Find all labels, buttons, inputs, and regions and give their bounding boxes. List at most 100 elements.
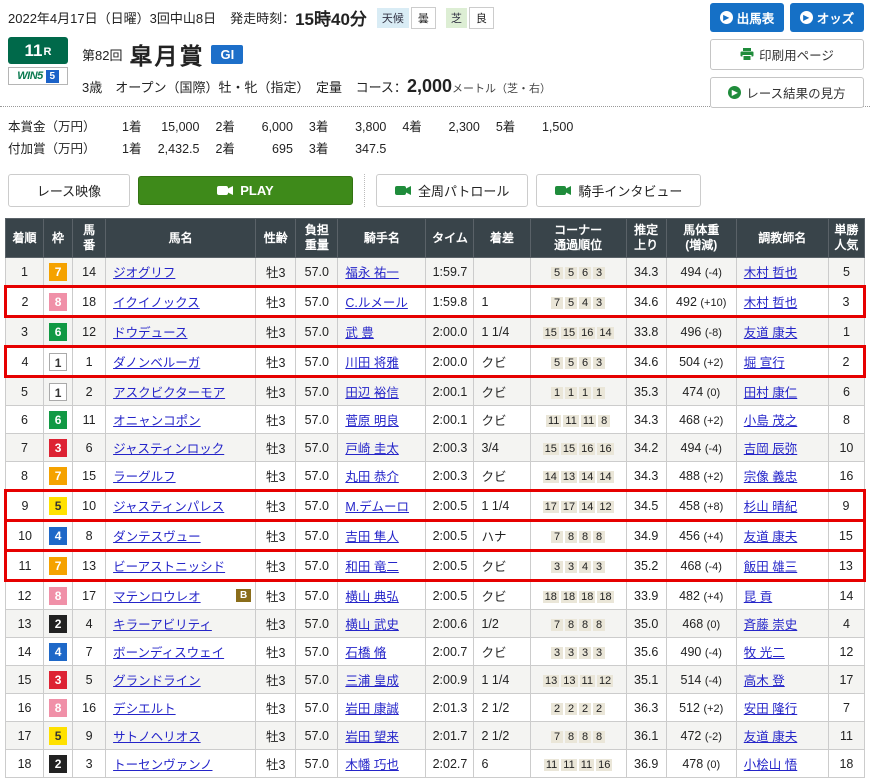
trainer-link[interactable]: 斉藤 崇史 [744,618,797,632]
horse-number: 16 [73,694,106,722]
jockey-link[interactable]: 和田 竜二 [345,560,398,574]
finish-time: 2:00.0 [426,347,474,377]
jockey-link[interactable]: 石橋 脩 [345,646,386,660]
horse-link[interactable]: マテンロウレオ [113,586,201,605]
results-guide-button[interactable]: ▶ レース結果の見方 [710,77,864,108]
trainer-link[interactable]: 小島 茂之 [744,414,797,428]
horse-link[interactable]: ジャスティンロック [113,438,224,457]
horse-link[interactable]: トーセンヴァンノ [113,754,212,773]
horse-link[interactable]: ジャスティンパレス [113,496,224,515]
trainer-link[interactable]: 高木 登 [744,674,785,688]
print-button[interactable]: 印刷用ページ [710,39,864,70]
horse-link[interactable]: アスクビクターモア [113,382,225,401]
play-button[interactable]: PLAY [138,176,353,205]
corner-positions: 1111118 [530,406,626,434]
jockey-link[interactable]: 菅原 明良 [345,414,398,428]
frame-badge: 6 [49,323,67,341]
horse-link[interactable]: オニャンコポン [113,410,201,429]
trainer-link[interactable]: 宗像 義忠 [744,470,797,484]
horse-link[interactable]: ドウデュース [113,322,187,341]
trainer-link[interactable]: 友道 康夫 [744,730,797,744]
prize-rank: 2着 [215,138,234,157]
header-actions: ▶ 出馬表 ▶ オッズ 印刷用ページ ▶ レース結果の見方 [710,3,864,108]
jockey-link[interactable]: 川田 将雅 [345,356,398,370]
body-weight: 512 (+2) [666,694,736,722]
horse-link[interactable]: ボーンディスウェイ [113,642,224,661]
horse-link[interactable]: ダンテスヴュー [113,526,201,545]
finish-position: 8 [6,462,44,491]
jockey-link[interactable]: 丸田 恭介 [345,470,398,484]
entries-button-label: 出馬表 [737,8,775,27]
horse-link[interactable]: キラーアビリティ [113,614,212,633]
trainer-link[interactable]: 田村 康仁 [744,386,797,400]
horse-link[interactable]: ジオグリフ [113,262,175,281]
patrol-video-button[interactable]: 全周パトロール [376,174,528,207]
margin: 6 [474,750,530,778]
odds-button[interactable]: ▶ オッズ [790,3,864,32]
finish-position: 14 [6,638,44,666]
trainer-link[interactable]: 安田 隆行 [744,702,797,716]
win-favorite: 16 [828,462,864,491]
carried-weight: 57.0 [296,521,338,551]
horse-name-cell: ダンテスヴュー [106,521,256,551]
horse-link[interactable]: ダノンベルーガ [113,352,200,371]
trainer-link[interactable]: 小桧山 悟 [744,758,797,772]
jockey-link[interactable]: 三浦 皇成 [345,674,398,688]
jockey-link[interactable]: 木幡 巧也 [345,758,398,772]
frame-badge: 6 [49,411,67,429]
trainer-link[interactable]: 友道 康夫 [744,326,797,340]
trainer-link[interactable]: 友道 康夫 [744,530,797,544]
jockey-link[interactable]: 岩田 康誠 [345,702,398,716]
jockey-link[interactable]: 戸崎 圭太 [345,442,398,456]
frame-badge: 8 [49,699,67,717]
jockey-link[interactable]: C.ルメール [345,296,408,310]
jockey-link[interactable]: 武 豊 [345,326,373,340]
jockey-link[interactable]: 横山 典弘 [345,590,398,604]
corner-position: 8 [579,531,591,543]
horse-link[interactable]: グランドライン [113,670,201,689]
frame-cell: 4 [44,521,73,551]
sex-age: 牡3 [256,317,296,347]
jockey-link[interactable]: M.デムーロ [345,500,409,514]
horse-number: 2 [73,377,106,406]
corner-positions: 11111116 [530,750,626,778]
jockey-link[interactable]: 岩田 望来 [345,730,398,744]
horse-link[interactable]: ラーグルフ [113,466,176,485]
jockey-cell: 岩田 望来 [338,722,426,750]
margin: クビ [474,638,530,666]
corner-position: 11 [563,415,578,427]
corner-position: 14 [543,471,559,483]
body-weight: 496 (-8) [666,317,736,347]
corner-position: 8 [579,619,591,631]
horse-link[interactable]: イクイノックス [113,292,200,311]
win-favorite: 3 [828,287,864,317]
jockey-interview-button[interactable]: 騎手インタビュー [536,174,701,207]
trainer-link[interactable]: 吉岡 辰弥 [744,442,797,456]
margin: クビ [474,347,530,377]
trainer-link[interactable]: 木村 哲也 [744,296,797,310]
finish-time: 2:00.5 [426,521,474,551]
prize-amount: 2,432.5 [145,142,199,156]
jockey-link[interactable]: 吉田 隼人 [345,530,398,544]
trainer-link[interactable]: 堀 宣行 [744,356,785,370]
trainer-link[interactable]: 木村 哲也 [744,266,797,280]
prize-money-section: 本賞金（万円）1着15,0002着6,0003着3,8004着2,3005着1,… [0,106,870,167]
trainer-link[interactable]: 杉山 晴紀 [744,500,797,514]
entries-button[interactable]: ▶ 出馬表 [710,3,784,32]
trainer-link[interactable]: 昆 貢 [744,590,772,604]
margin: クビ [474,462,530,491]
corner-position: 8 [593,619,605,631]
jockey-link[interactable]: 田辺 裕信 [345,386,398,400]
body-weight: 478 (0) [666,750,736,778]
trainer-link[interactable]: 牧 光二 [744,646,785,660]
horse-link[interactable]: ビーアストニッシド [113,556,225,575]
horse-link[interactable]: サトノヘリオス [113,726,201,745]
trainer-link[interactable]: 飯田 雄三 [744,560,797,574]
jockey-link[interactable]: 横山 武史 [345,618,398,632]
last-3f: 34.9 [626,521,666,551]
frame-cell: 6 [44,317,73,347]
horse-link[interactable]: デシエルト [113,698,176,717]
jockey-cell: 田辺 裕信 [338,377,426,406]
margin: 2 1/2 [474,694,530,722]
jockey-link[interactable]: 福永 祐一 [345,266,398,280]
